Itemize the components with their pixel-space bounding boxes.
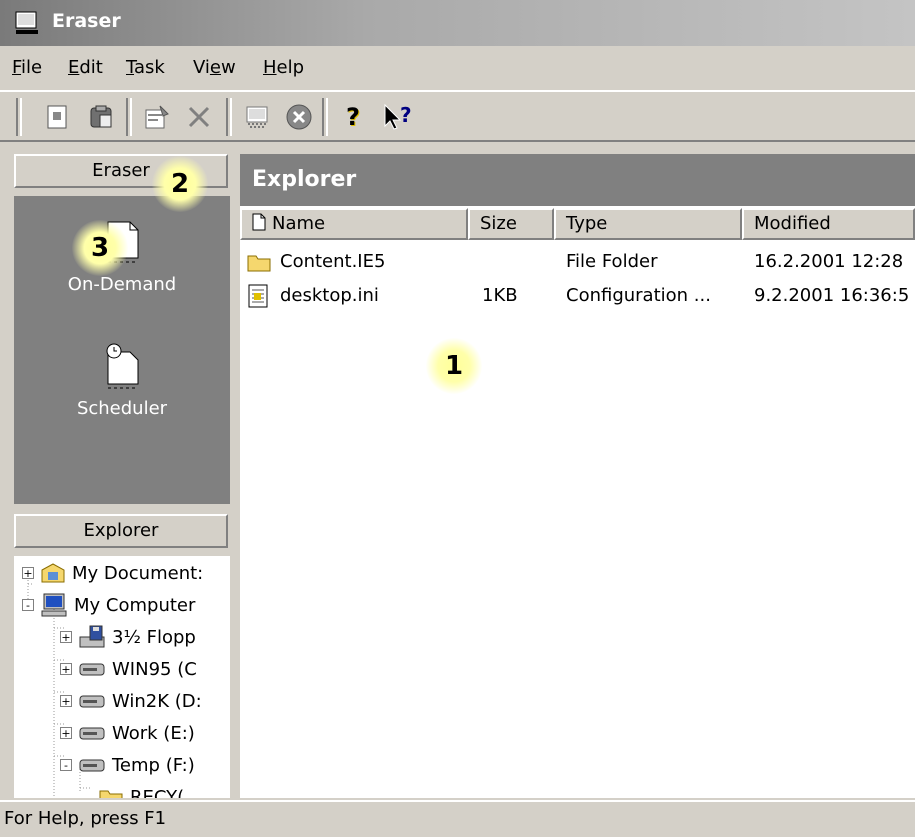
explorer-group-label: Explorer: [83, 520, 159, 541]
new-task-button[interactable]: [40, 100, 74, 134]
tree-item-label: RECY(: [130, 786, 185, 799]
callout-3: 3: [72, 220, 128, 276]
drive-icon: [79, 663, 105, 676]
explorer-header: Explorer: [240, 154, 915, 206]
svg-text:?: ?: [400, 103, 412, 127]
scheduler-label: Scheduler: [76, 398, 168, 419]
floppy-icon: [79, 625, 105, 648]
file-name: Content.IE5: [280, 251, 386, 272]
callout-2: 2: [152, 156, 208, 212]
tree-item-win95-c[interactable]: + WIN95 (C: [60, 654, 197, 684]
delete-icon: [188, 106, 210, 128]
file-name: desktop.ini: [280, 285, 379, 306]
tree-item-label: My Computer: [74, 594, 196, 616]
my-documents-icon: [41, 563, 65, 583]
my-computer-icon: [41, 593, 67, 617]
toolbar: ? ?: [0, 90, 915, 142]
eraser-group-label: Eraser: [92, 160, 150, 181]
scheduler-shortcut[interactable]: Scheduler: [14, 342, 230, 419]
window-title: Eraser: [52, 10, 121, 32]
toolbar-separator: [126, 98, 132, 136]
toolbar-separator: [226, 98, 232, 136]
status-text: For Help, press F1: [4, 808, 167, 829]
expand-toggle[interactable]: +: [60, 631, 72, 643]
callout-1: 1: [426, 338, 482, 394]
collapse-toggle[interactable]: -: [22, 599, 34, 611]
new-task-icon: [47, 105, 67, 129]
on-demand-label: On-Demand: [67, 274, 177, 295]
tree-item-work-e[interactable]: + Work (E:): [60, 718, 195, 748]
tree-item-label: Win2K (D:: [112, 690, 202, 712]
file-modified: 9.2.2001 16:36:5: [754, 285, 910, 306]
menu-bar: File Edit Task View Help: [0, 48, 915, 88]
toolbar-grip: [16, 98, 22, 136]
tree-item-label: Work (E:): [112, 722, 195, 744]
status-bar: For Help, press F1: [0, 800, 915, 837]
paste-icon: [90, 105, 112, 128]
tree-item-label: Temp (F:): [112, 754, 195, 776]
file-type: File Folder: [566, 251, 658, 272]
column-headers: Name Size Type Modified: [240, 208, 915, 240]
file-type: Configuration ...: [566, 285, 711, 306]
stop-icon: [286, 104, 312, 130]
context-help-button[interactable]: ?: [382, 100, 416, 134]
expand-toggle[interactable]: +: [60, 663, 72, 675]
explorer-group-header[interactable]: Explorer: [14, 514, 228, 548]
folder-icon: [99, 790, 123, 798]
collapse-toggle[interactable]: -: [60, 759, 72, 771]
erase-button[interactable]: [240, 100, 274, 134]
ini-file-icon: [248, 284, 268, 308]
scheduler-icon: [106, 343, 139, 389]
folder-tree: + My Document: - My Computer + 3½ Flopp …: [14, 556, 230, 798]
column-header-name[interactable]: Name: [240, 208, 468, 240]
tree-item-recycled[interactable]: RECY(: [98, 782, 184, 798]
folder-icon: [247, 255, 271, 272]
eraser-app-icon: [15, 11, 38, 34]
drive-icon: [79, 695, 105, 708]
tree-item-my-computer[interactable]: - My Computer: [22, 590, 195, 620]
stop-button[interactable]: [282, 100, 316, 134]
document-icon: [252, 213, 266, 231]
column-header-modified[interactable]: Modified: [742, 208, 915, 240]
paste-button[interactable]: [84, 100, 118, 134]
menu-file[interactable]: File: [12, 57, 42, 78]
tree-item-label: 3½ Flopp: [112, 626, 196, 648]
delete-button[interactable]: [182, 100, 216, 134]
explorer-pane: Explorer Name Size Type Modified Content…: [240, 154, 915, 798]
menu-task[interactable]: Task: [126, 57, 165, 78]
expand-toggle[interactable]: +: [22, 567, 34, 579]
file-modified: 16.2.2001 12:28: [754, 251, 904, 272]
properties-button[interactable]: [140, 100, 174, 134]
menu-help[interactable]: Help: [263, 57, 304, 78]
tree-item-win2k-d[interactable]: + Win2K (D:: [60, 686, 202, 716]
context-help-icon: ?: [384, 103, 412, 130]
column-header-size[interactable]: Size: [468, 208, 554, 240]
file-row[interactable]: Content.IE5 File Folder 16.2.2001 12:28: [240, 246, 915, 278]
column-header-type[interactable]: Type: [554, 208, 742, 240]
tree-item-label: WIN95 (C: [112, 658, 197, 680]
drive-icon: [79, 759, 105, 772]
erase-icon: [246, 106, 268, 128]
file-row[interactable]: desktop.ini 1KB Configuration ... 9.2.20…: [240, 280, 915, 312]
menu-view[interactable]: View: [193, 57, 236, 78]
tree-item-label: My Document:: [72, 562, 204, 584]
expand-toggle[interactable]: +: [60, 727, 72, 739]
file-size: 1KB: [482, 285, 518, 306]
title-bar: Eraser: [0, 0, 915, 46]
menu-edit[interactable]: Edit: [68, 57, 103, 78]
drive-icon: [79, 727, 105, 740]
help-icon: ?: [346, 103, 360, 131]
toolbar-separator: [322, 98, 328, 136]
expand-toggle[interactable]: +: [60, 695, 72, 707]
properties-icon: [145, 105, 169, 129]
tree-item-temp-f[interactable]: - Temp (F:): [60, 750, 195, 780]
tree-item-floppy[interactable]: + 3½ Flopp: [60, 622, 196, 652]
tree-item-my-documents[interactable]: + My Document:: [22, 558, 203, 588]
help-button[interactable]: ?: [336, 100, 370, 134]
